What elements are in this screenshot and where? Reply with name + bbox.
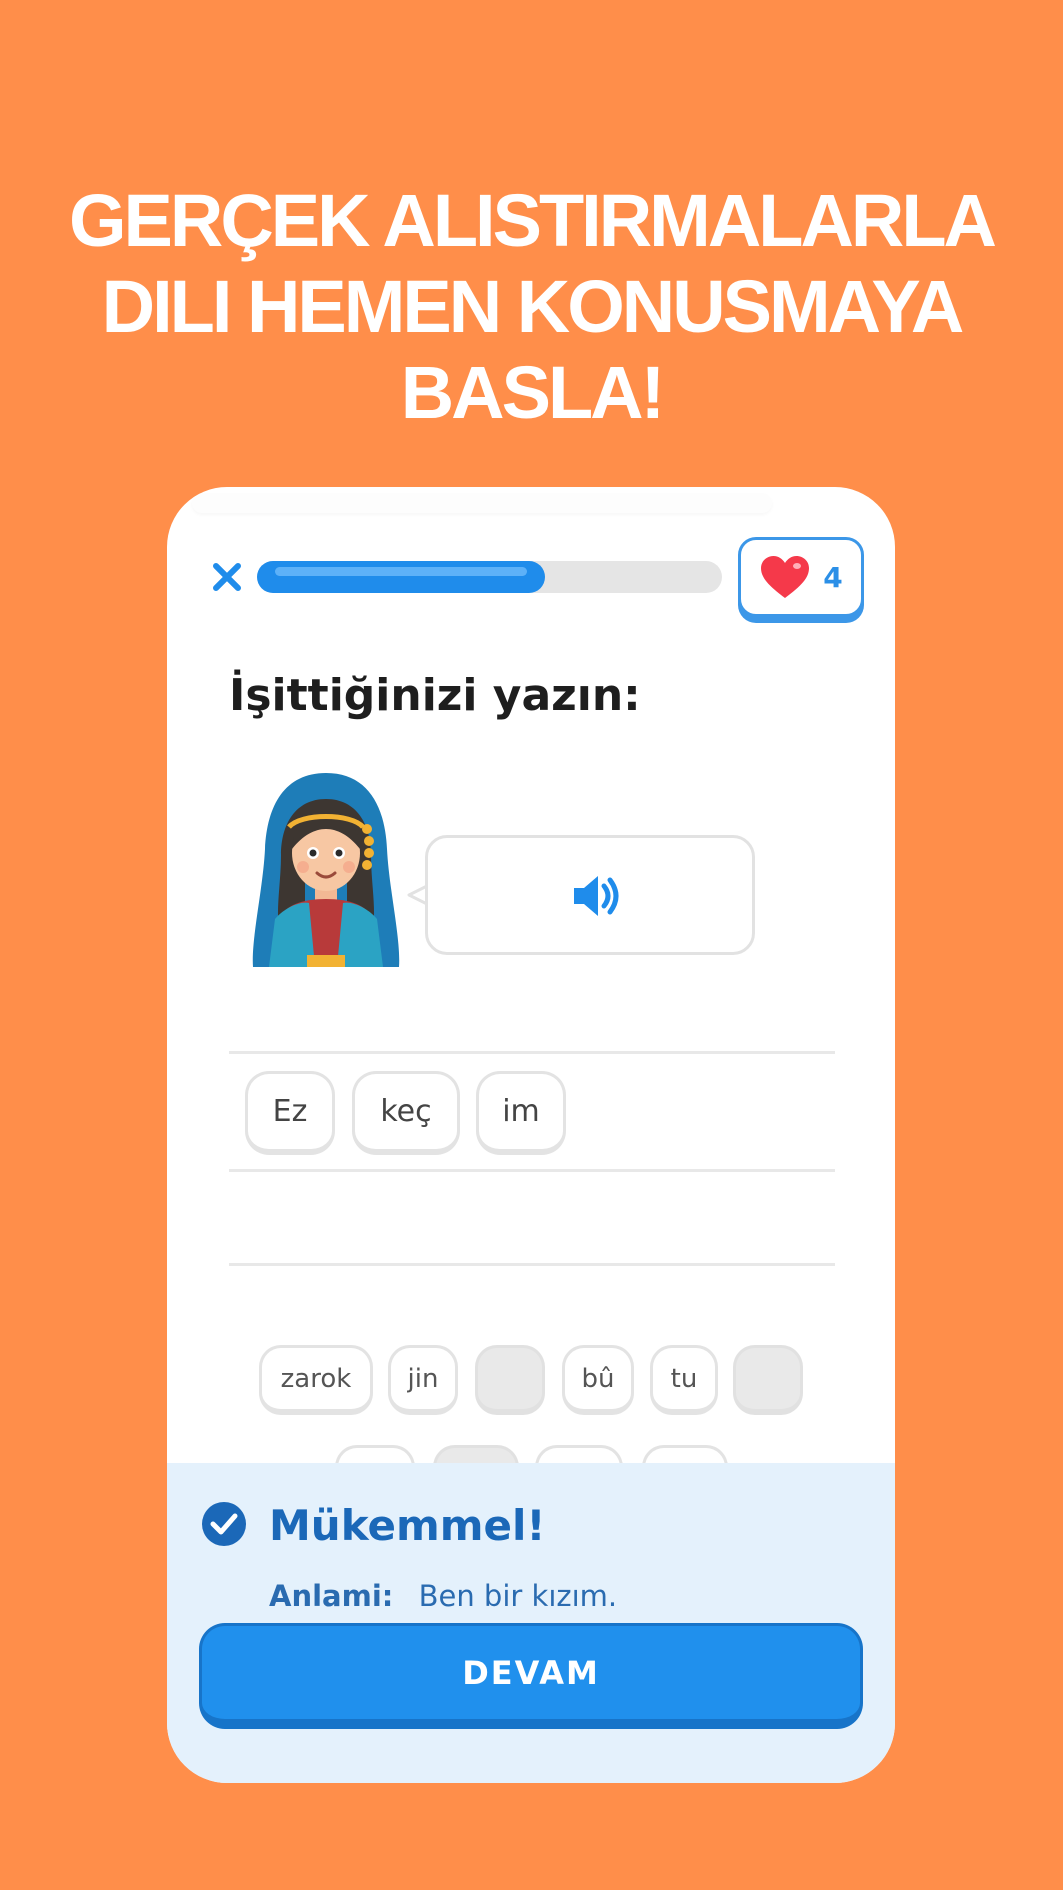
- headline-line-3: BASLA!: [400, 351, 666, 434]
- phone-screen: 4 İşittiğinizi yazın: Ez keç im zarok ji…: [167, 487, 895, 1783]
- close-button[interactable]: [207, 557, 247, 597]
- check-circle-icon: [202, 1502, 246, 1546]
- status-bar: [192, 493, 772, 513]
- word-bank-slot-used: [475, 1345, 545, 1415]
- progress-highlight: [275, 567, 528, 576]
- continue-button[interactable]: DEVAM: [199, 1623, 863, 1729]
- answer-line-middle: [229, 1169, 835, 1172]
- answer-chip[interactable]: keç: [352, 1071, 460, 1155]
- answer-line-bottom: [229, 1263, 835, 1266]
- word-bank-chip[interactable]: jin: [388, 1345, 458, 1415]
- meaning-label: Anlami:: [269, 1579, 394, 1613]
- lesson-progress-bar: [257, 561, 722, 593]
- headline-line-1: GERÇEK ALISTIRMALARLA: [69, 179, 997, 262]
- close-icon: [213, 563, 241, 591]
- heart-icon: [761, 556, 810, 598]
- speaker-icon[interactable]: [570, 870, 622, 922]
- speech-bubble[interactable]: [425, 835, 755, 955]
- meaning-text: Ben bir kızım.: [418, 1579, 618, 1613]
- word-bank-chip[interactable]: tu: [650, 1345, 718, 1415]
- feedback-meaning: Anlami: Ben bir kızım.: [269, 1579, 617, 1613]
- word-bank-slot-used: [733, 1345, 803, 1415]
- headline: GERÇEK ALISTIRMALARLA DILI HEMEN KONUSMA…: [40, 178, 1023, 436]
- word-bank-chip[interactable]: bû: [562, 1345, 634, 1415]
- feedback-panel: Mükemmel! Anlami: Ben bir kızım. DEVAM: [167, 1463, 895, 1783]
- lesson-progress-fill: [257, 561, 546, 593]
- answer-chip[interactable]: Ez: [245, 1071, 335, 1155]
- hearts-count: 4: [823, 560, 843, 594]
- character-avatar: [252, 773, 400, 967]
- exercise-prompt: İşittiğinizi yazın:: [229, 670, 641, 721]
- hearts-counter[interactable]: 4: [738, 537, 864, 617]
- headline-line-2: DILI HEMEN KONUSMAYA: [101, 265, 965, 348]
- feedback-title: Mükemmel!: [269, 1501, 546, 1550]
- answer-chip[interactable]: im: [476, 1071, 566, 1155]
- answer-line-top: [229, 1051, 835, 1054]
- word-bank-chip[interactable]: zarok: [259, 1345, 373, 1415]
